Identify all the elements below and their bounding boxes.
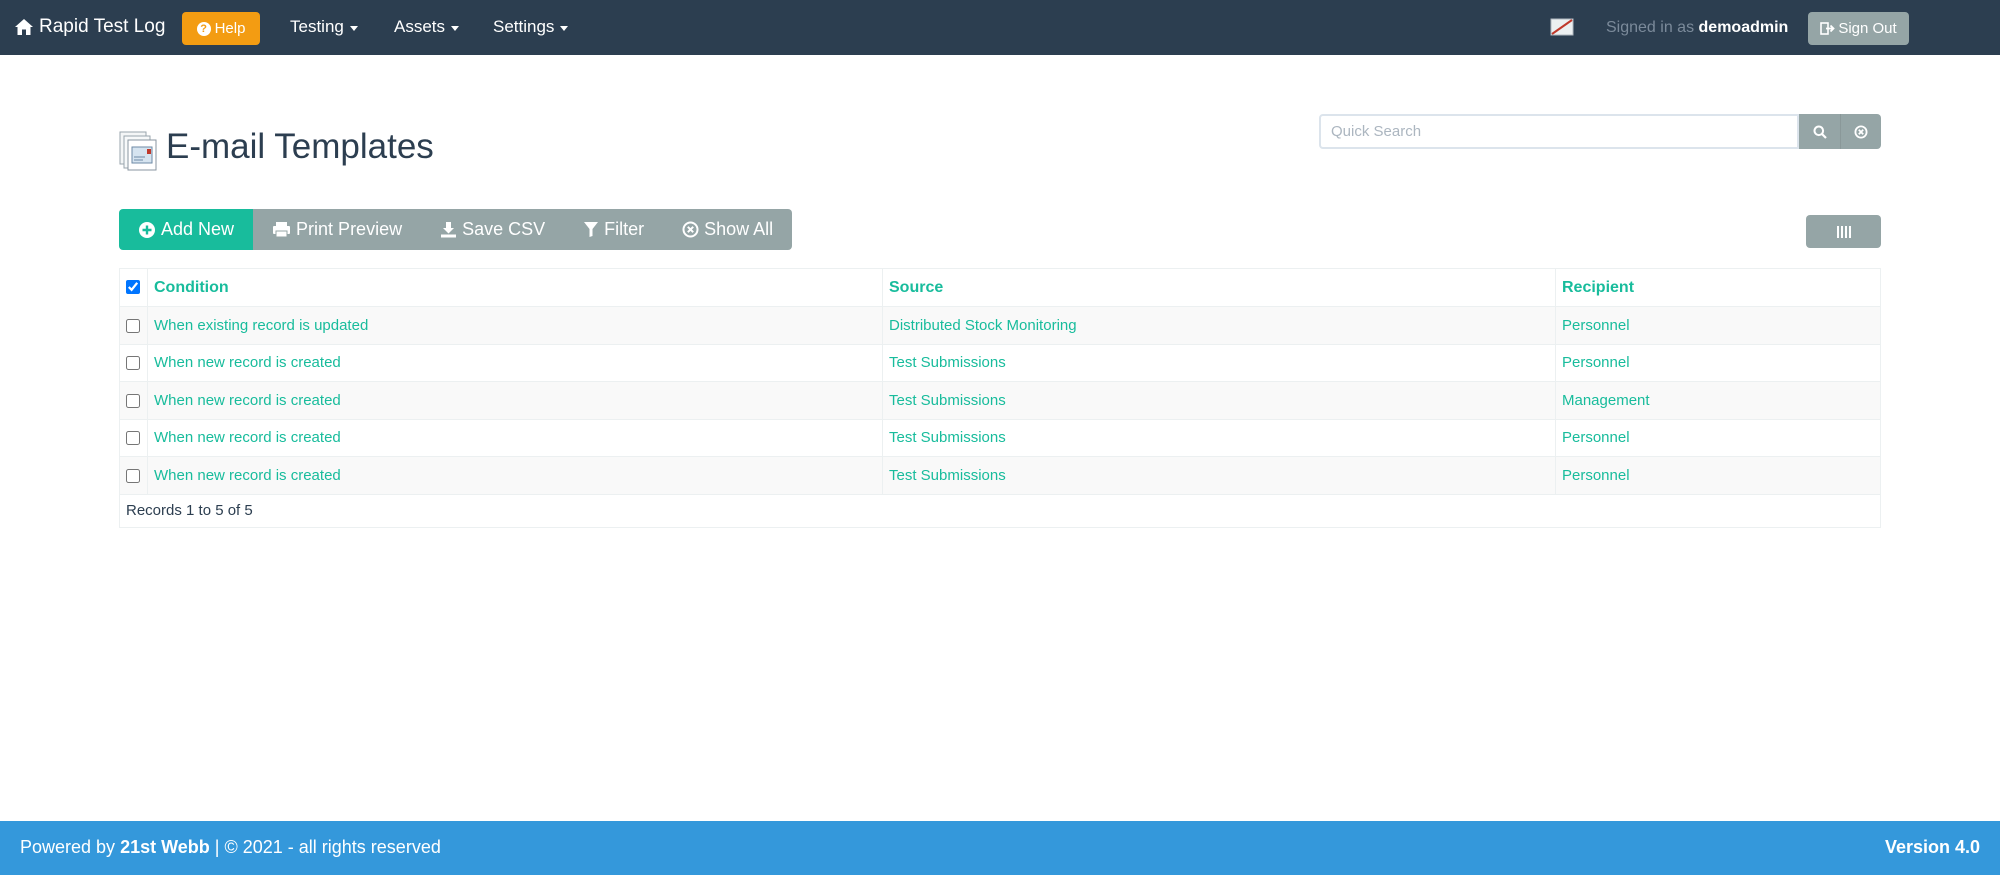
plus-circle-icon [139, 221, 155, 238]
filter-label: Filter [604, 219, 645, 239]
signed-in-prefix: Signed in as [1606, 19, 1695, 36]
show-all-button[interactable]: Show All [663, 209, 793, 250]
source-cell[interactable]: Test Submissions [882, 418, 1556, 457]
table-row: When new record is created Test Submissi… [119, 418, 1881, 457]
columns-icon [1836, 225, 1851, 238]
recipient-cell[interactable]: Personnel [1555, 456, 1881, 495]
row-select-cell [119, 418, 148, 457]
action-toolbar: Add New Print Preview Save CSV Filter Sh… [119, 209, 793, 250]
recipient-cell[interactable]: Personnel [1555, 306, 1881, 345]
column-header-condition[interactable]: Condition [147, 268, 883, 307]
sign-out-icon [1820, 22, 1836, 35]
question-circle-icon: ? [196, 21, 211, 36]
menu-testing[interactable]: Testing [290, 17, 358, 37]
signed-in-text: Signed in as demoadmin [1606, 19, 1788, 37]
condition-cell[interactable]: When new record is created [147, 343, 883, 382]
recipient-cell[interactable]: Management [1555, 381, 1881, 420]
print-preview-button[interactable]: Print Preview [253, 209, 422, 250]
page-footer: Powered by 21st Webb | © 2021 - all righ… [0, 821, 2000, 875]
row-checkbox[interactable] [126, 393, 140, 408]
close-circle-icon [1854, 125, 1868, 138]
table-row: When new record is created Test Submissi… [119, 456, 1881, 495]
menu-settings-label: Settings [493, 17, 555, 36]
filter-button[interactable]: Filter [564, 209, 664, 250]
table-row: When new record is created Test Submissi… [119, 381, 1881, 420]
select-all-cell [119, 268, 148, 307]
page-title: E-mail Templates [166, 127, 434, 166]
menu-testing-label: Testing [290, 17, 344, 36]
row-select-cell [119, 381, 148, 420]
clear-search-button[interactable] [1840, 114, 1881, 149]
recipient-cell[interactable]: Personnel [1555, 343, 1881, 382]
select-all-checkbox[interactable] [126, 280, 140, 295]
row-select-cell [119, 456, 148, 495]
menu-assets[interactable]: Assets [394, 17, 460, 37]
email-template-icon [119, 131, 157, 171]
filter-icon [584, 222, 599, 237]
search-icon [1813, 125, 1827, 139]
source-cell[interactable]: Test Submissions [882, 343, 1556, 382]
print-icon [273, 222, 291, 238]
search-button[interactable] [1799, 114, 1840, 149]
add-new-label: Add New [161, 219, 235, 239]
brand-name: Rapid Test Log [39, 16, 166, 37]
add-new-button[interactable]: Add New [119, 209, 254, 250]
home-icon [15, 19, 33, 35]
row-checkbox[interactable] [126, 318, 140, 333]
help-button[interactable]: ? Help [182, 12, 260, 45]
row-checkbox[interactable] [126, 356, 140, 371]
condition-cell[interactable]: When new record is created [147, 418, 883, 457]
row-checkbox[interactable] [126, 468, 140, 483]
copyright-text: | © 2021 - all rights reserved [214, 837, 441, 857]
table-header-row: Condition Source Recipient [119, 268, 1881, 307]
menu-assets-label: Assets [394, 17, 446, 36]
sign-out-label: Sign Out [1838, 20, 1897, 37]
powered-by-prefix: Powered by [20, 837, 116, 857]
menu-settings[interactable]: Settings [493, 17, 569, 37]
table-row: When new record is created Test Submissi… [119, 343, 1881, 382]
source-cell[interactable]: Distributed Stock Monitoring [882, 306, 1556, 345]
source-cell[interactable]: Test Submissions [882, 456, 1556, 495]
row-checkbox[interactable] [126, 431, 140, 446]
save-csv-button[interactable]: Save CSV [421, 209, 565, 250]
version-label: Version 4.0 [1884, 837, 1980, 857]
condition-cell[interactable]: When existing record is updated [147, 306, 883, 345]
table-footer-row: Records 1 to 5 of 5 [119, 493, 1881, 528]
show-all-label: Show All [704, 219, 774, 239]
company-link[interactable]: 21st Webb [120, 837, 210, 857]
username: demoadmin [1698, 19, 1789, 36]
close-circle-icon [682, 221, 699, 238]
recipient-cell[interactable]: Personnel [1555, 418, 1881, 457]
table-row: When existing record is updated Distribu… [119, 306, 1881, 345]
records-count: Records 1 to 5 of 5 [119, 493, 1881, 528]
brand-link[interactable]: Rapid Test Log [14, 14, 165, 40]
condition-cell[interactable]: When new record is created [147, 456, 883, 495]
footer-credits: Powered by 21st Webb | © 2021 - all righ… [20, 837, 441, 858]
help-label: Help [214, 20, 246, 37]
row-select-cell [119, 306, 148, 345]
caret-down-icon [560, 26, 569, 31]
quick-search-input[interactable] [1319, 114, 1799, 149]
download-icon [441, 222, 457, 238]
condition-cell[interactable]: When new record is created [147, 381, 883, 420]
column-header-source[interactable]: Source [882, 268, 1556, 307]
save-csv-label: Save CSV [462, 219, 546, 239]
flag-icon[interactable] [1550, 18, 1574, 36]
caret-down-icon [349, 26, 358, 31]
column-header-recipient[interactable]: Recipient [1555, 268, 1881, 307]
column-chooser-button[interactable] [1806, 215, 1881, 248]
email-templates-table: Condition Source Recipient When existing… [119, 268, 1881, 528]
caret-down-icon [451, 26, 460, 31]
row-select-cell [119, 343, 148, 382]
source-cell[interactable]: Test Submissions [882, 381, 1556, 420]
print-preview-label: Print Preview [296, 219, 403, 239]
sign-out-button[interactable]: Sign Out [1808, 12, 1909, 45]
top-navbar: Rapid Test Log ? Help Testing Assets Set… [0, 0, 2000, 55]
